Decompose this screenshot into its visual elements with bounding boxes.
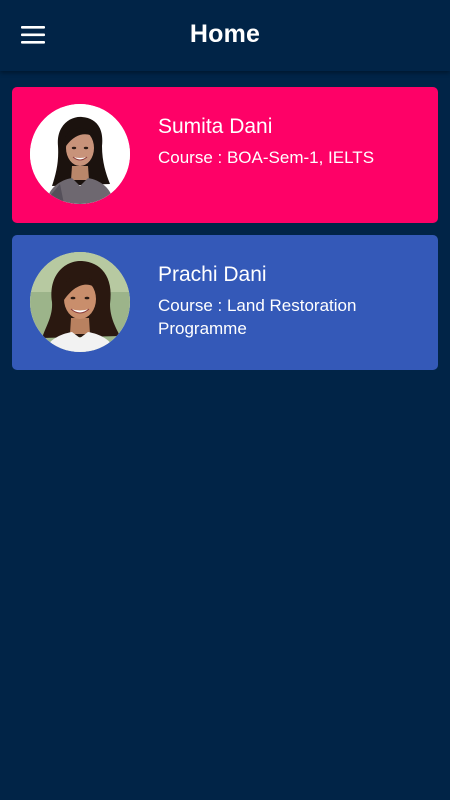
student-course: Course : BOA-Sem-1, IELTS	[158, 148, 375, 167]
student-avatar	[30, 252, 130, 352]
student-course: Course : Land Restoration Programme	[158, 296, 357, 338]
student-avatar	[30, 104, 130, 204]
app-bar: Home	[0, 0, 450, 71]
app-screen: Home Sumita Dani Course: BOA-Sem-1, IEL…	[0, 0, 450, 800]
student-card[interactable]: Prachi Dani Course : Land Restoration Pr…	[12, 235, 438, 370]
student-name: Sumita Dani	[158, 115, 273, 138]
student-name: Prachi Dani	[158, 263, 267, 286]
page-title: Home	[189, 20, 261, 48]
student-list: Sumita Dani Course : BOA-Sem-1, IELTS Pr…	[12, 87, 438, 382]
student-card[interactable]: Sumita Dani Course : BOA-Sem-1, IELTS	[12, 87, 438, 223]
